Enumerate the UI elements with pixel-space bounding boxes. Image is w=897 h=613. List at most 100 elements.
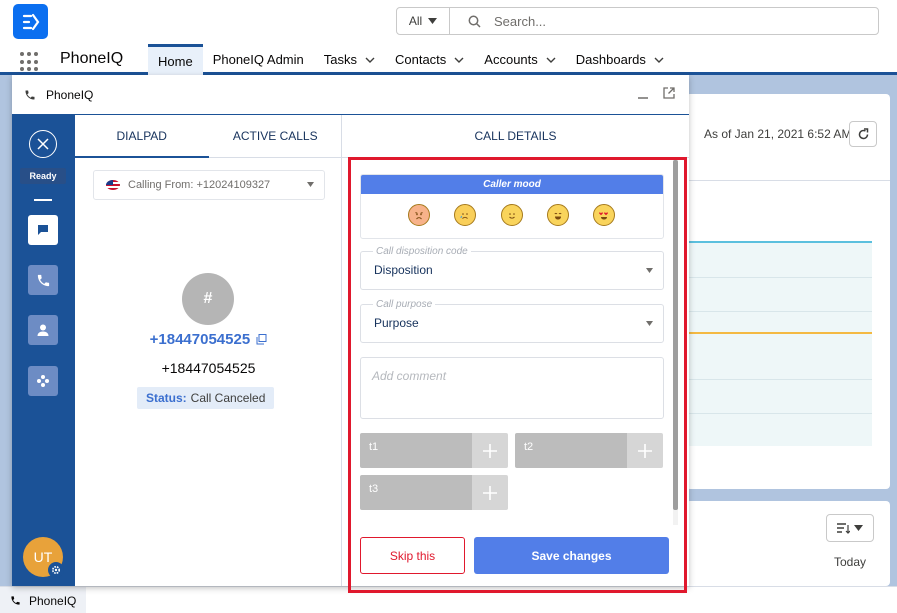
popout-icon[interactable] [663, 87, 675, 99]
angry-face-icon[interactable] [408, 204, 430, 226]
nav-item-dashboards[interactable]: Dashboards [566, 44, 674, 75]
nav-item-phoneiq-admin[interactable]: PhoneIQ Admin [203, 44, 314, 75]
love-face-icon[interactable] [593, 204, 615, 226]
tag-t1: t1 [360, 433, 508, 468]
sidebar-item-messages[interactable] [28, 215, 58, 245]
minimize-icon[interactable] [637, 87, 649, 99]
chevron-down-icon [428, 18, 438, 24]
search-scope-select[interactable]: All [397, 8, 450, 34]
tag-t3: t3 [360, 475, 508, 510]
scrollbar-thumb[interactable] [673, 160, 678, 510]
phoneiq-logo-icon[interactable] [13, 4, 48, 39]
phone-icon [11, 596, 20, 605]
status-label: Status: [146, 391, 187, 405]
search-input[interactable] [494, 13, 794, 29]
phone-icon [25, 90, 35, 99]
nav-item-contacts[interactable]: Contacts [385, 44, 474, 75]
nav-item-label: Contacts [394, 52, 447, 67]
caller-mood-title: Caller mood [361, 175, 663, 194]
chevron-down-icon [854, 525, 863, 531]
happy-face-icon[interactable] [546, 204, 569, 226]
phone-icon [37, 274, 49, 286]
dialpad-tabs: DIALPAD ACTIVE CALLS [75, 115, 342, 158]
chevron-down-icon[interactable] [654, 55, 664, 65]
add-tag-button[interactable] [472, 433, 508, 468]
comment-placeholder: Add comment [372, 369, 447, 383]
us-flag-icon [106, 180, 120, 190]
save-changes-button[interactable]: Save changes [474, 537, 669, 574]
nav-item-accounts[interactable]: Accounts [474, 44, 565, 75]
sort-button[interactable] [826, 514, 874, 542]
call-status-badge: Status: Call Canceled [137, 387, 275, 409]
search-scope-label: All [408, 14, 423, 28]
app-name: PhoneIQ [60, 50, 124, 67]
caret-down-icon [646, 321, 653, 326]
nav-item-label: Dashboards [575, 52, 646, 67]
sidebar-item-dialpad[interactable] [28, 265, 58, 295]
refresh-button[interactable] [849, 121, 877, 147]
tag-t2: t2 [515, 433, 663, 468]
chart-area [686, 241, 872, 446]
neutral-smile-icon[interactable] [500, 204, 523, 226]
copy-icon[interactable] [256, 334, 267, 345]
tab-active-calls[interactable]: ACTIVE CALLS [208, 115, 342, 158]
add-tag-button[interactable] [472, 475, 508, 510]
chevron-down-icon[interactable] [546, 55, 556, 65]
nav-item-label: PhoneIQ Admin [212, 52, 304, 67]
as-of-timestamp: As of Jan 21, 2021 6:52 AM [704, 127, 852, 141]
gear-icon[interactable] [48, 562, 64, 578]
nav-item-home[interactable]: Home [148, 44, 203, 75]
caret-down-icon [646, 268, 653, 273]
chevron-down-icon[interactable] [365, 55, 375, 65]
nav-item-label: Tasks [323, 52, 357, 67]
contact-number-link[interactable]: +18447054525 [75, 331, 342, 348]
close-icon[interactable] [29, 130, 57, 158]
global-search: All [396, 7, 879, 35]
purpose-value: Purpose [374, 316, 419, 330]
nav-items: Home PhoneIQ Admin Tasks Contacts Accounts Da… [148, 44, 674, 75]
divider [34, 199, 52, 201]
app-launcher-icon[interactable] [20, 52, 40, 72]
contact-number-link-text[interactable]: +18447054525 [150, 331, 251, 348]
calling-from-select[interactable]: Calling From: +12024109327 [93, 170, 325, 200]
caret-down-icon [307, 182, 314, 187]
search-icon [468, 14, 482, 28]
tab-dialpad[interactable]: DIALPAD [75, 115, 209, 158]
nav-item-tasks[interactable]: Tasks [314, 44, 385, 75]
calling-from-label: Calling From: +12024109327 [128, 179, 271, 191]
caller-mood-card: Caller mood [360, 174, 664, 239]
tab-call-details[interactable]: CALL DETAILS [342, 115, 689, 158]
sad-face-icon[interactable] [454, 204, 477, 226]
sidebar-item-integrations[interactable] [28, 366, 58, 396]
ready-status-badge[interactable]: Ready [20, 168, 66, 184]
tag-label: t3 [360, 475, 472, 510]
dialpad-column: DIALPAD ACTIVE CALLS Calling From: +1202… [75, 115, 342, 586]
panel-header: PhoneIQ [12, 75, 689, 115]
global-header: All [0, 0, 897, 44]
purpose-select[interactable]: Call purpose Purpose [360, 299, 664, 343]
sidebar-item-contacts[interactable] [28, 315, 58, 345]
comment-textarea[interactable]: Add comment [360, 357, 664, 419]
dashboard-card [686, 94, 890, 489]
panel-title: PhoneIQ [24, 88, 93, 102]
utility-item-label: PhoneIQ [29, 593, 77, 608]
mood-options [361, 194, 663, 226]
plus-icon [483, 443, 497, 458]
chat-icon [38, 225, 48, 235]
chevron-down-icon[interactable] [454, 55, 464, 65]
nav-item-label: Accounts [484, 52, 538, 67]
app-nav-bar: PhoneIQ Home PhoneIQ Admin Tasks Contacts Ac… [0, 44, 897, 75]
today-label: Today [834, 555, 867, 569]
add-tag-button[interactable] [627, 433, 663, 468]
disposition-select[interactable]: Call disposition code Disposition [360, 246, 664, 290]
plus-icon [483, 485, 497, 500]
tag-label: t2 [515, 433, 627, 468]
disposition-label: Call disposition code [373, 246, 471, 257]
refresh-icon [858, 127, 868, 139]
nav-item-label: Home [158, 53, 193, 69]
apps-icon [37, 375, 49, 387]
utility-bar: PhoneIQ [0, 586, 897, 613]
skip-button[interactable]: Skip this [360, 537, 465, 574]
disposition-value: Disposition [374, 263, 433, 277]
utility-item-phoneiq[interactable]: PhoneIQ [0, 587, 87, 613]
